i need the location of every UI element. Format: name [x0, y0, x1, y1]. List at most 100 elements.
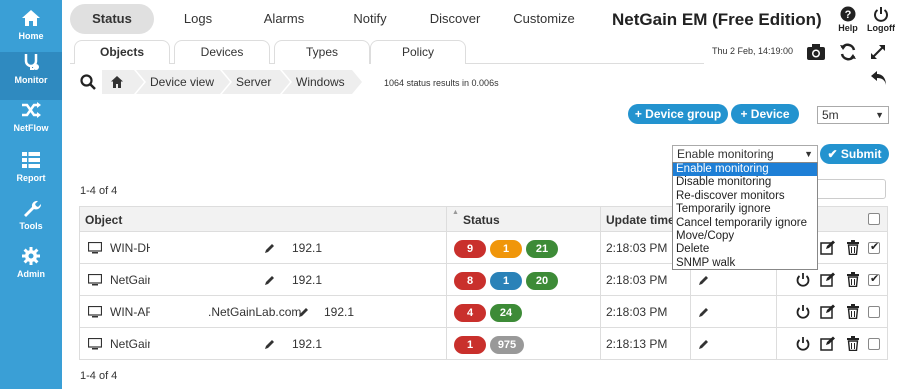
row-checkbox[interactable] — [868, 272, 880, 286]
device-name[interactable]: NetGain — [110, 264, 150, 296]
edit-icon[interactable] — [820, 240, 836, 255]
pencil-icon[interactable] — [698, 306, 710, 318]
option-cancel-temporarily-ignore[interactable]: Cancel temporarily ignore — [673, 217, 817, 230]
sidebar-item-label: Monitor — [14, 75, 48, 85]
trash-icon[interactable] — [846, 240, 860, 255]
pencil-icon[interactable] — [298, 306, 310, 318]
trash-icon[interactable] — [846, 336, 860, 351]
edit-icon[interactable] — [820, 336, 836, 351]
option-rediscover-monitors[interactable]: Re-discover monitors — [673, 190, 817, 203]
help-label: Help — [838, 23, 858, 33]
option-delete[interactable]: Delete — [673, 243, 817, 256]
shuffle-icon — [22, 102, 41, 118]
nav-discover[interactable]: Discover — [420, 4, 490, 34]
status-badge-green[interactable]: 21 — [526, 240, 558, 258]
logoff-button[interactable]: Logoff — [866, 6, 896, 33]
interval-value: 5m — [822, 108, 839, 122]
status-badge-blue[interactable]: 1 — [490, 272, 522, 290]
action-select-value: Enable monitoring — [677, 147, 774, 161]
status-badge-green[interactable]: 24 — [490, 304, 522, 322]
sidebar-item-label: NetFlow — [13, 123, 49, 133]
filter-input[interactable] — [806, 179, 886, 199]
nav-status[interactable]: Status — [70, 4, 154, 34]
sidebar-item-home[interactable]: Home — [0, 8, 62, 56]
app-title: NetGain EM (Free Edition) — [612, 10, 822, 29]
sidebar-item-monitor[interactable]: Monitor — [0, 52, 62, 100]
search-icon[interactable] — [80, 74, 96, 90]
option-snmp-walk[interactable]: SNMP walk — [673, 257, 817, 270]
add-device-group-button[interactable]: + Device group — [628, 104, 728, 124]
row-checkbox[interactable] — [868, 338, 880, 350]
sidebar-item-report[interactable]: Report — [0, 150, 62, 198]
pencil-icon[interactable] — [698, 338, 710, 350]
device-name[interactable]: WIN-DH — [110, 232, 150, 264]
action-select[interactable]: Enable monitoring ▼ — [672, 145, 818, 163]
breadcrumb-device-view[interactable]: Device view — [136, 70, 232, 94]
sidebar-item-netflow[interactable]: NetFlow — [0, 100, 62, 148]
device-ip: 192.1 — [292, 337, 322, 351]
breadcrumb-home[interactable] — [102, 70, 146, 94]
tab-policy[interactable]: Policy — [370, 40, 466, 64]
nav-alarms[interactable]: Alarms — [250, 4, 318, 34]
status-badge-red[interactable]: 4 — [454, 304, 486, 322]
wrench-icon — [24, 200, 42, 217]
option-disable-monitoring[interactable]: Disable monitoring — [673, 176, 817, 189]
monitor-icon — [88, 306, 102, 318]
status-badge-red[interactable]: 8 — [454, 272, 486, 290]
expand-icon[interactable] — [868, 42, 888, 62]
submit-button[interactable]: ✔ Submit — [820, 144, 889, 164]
pencil-icon[interactable] — [264, 242, 276, 254]
tab-types[interactable]: Types — [274, 40, 370, 64]
object-tabs: Objects Devices Types Policy — [70, 40, 704, 64]
refresh-icon[interactable] — [838, 42, 858, 62]
header-status[interactable]: Status — [463, 207, 500, 233]
power-icon[interactable] — [796, 336, 810, 351]
trash-icon[interactable] — [846, 272, 860, 287]
device-name[interactable]: NetGainI — [110, 328, 150, 360]
option-enable-monitoring[interactable]: Enable monitoring — [673, 163, 817, 177]
status-badge-green[interactable]: 20 — [526, 272, 558, 290]
help-button[interactable]: ? Help — [833, 6, 863, 33]
nav-notify[interactable]: Notify — [340, 4, 400, 34]
logoff-label: Logoff — [867, 23, 895, 33]
edit-icon[interactable] — [820, 304, 836, 319]
sidebar-item-tools[interactable]: Tools — [0, 198, 62, 246]
result-count: 1-4 of 4 — [80, 185, 118, 197]
table-row[interactable]: NetGainI 192.1 1975 2:18:13 PM — [79, 328, 888, 360]
results-text: 1064 status results in 0.006s — [384, 78, 499, 88]
table-row[interactable]: WIN-ARI .NetGainLab.com 192.1(424 2:18:03 P… — [79, 296, 888, 328]
trash-icon[interactable] — [846, 304, 860, 319]
header-object[interactable]: Object — [85, 207, 122, 233]
sidebar-item-admin[interactable]: Admin — [0, 246, 62, 294]
edit-icon[interactable] — [820, 272, 836, 287]
select-all-checkbox[interactable] — [868, 213, 880, 225]
device-ip: 192.1 — [292, 241, 322, 255]
tab-devices[interactable]: Devices — [174, 40, 270, 64]
option-move-copy[interactable]: Move/Copy — [673, 230, 817, 243]
sort-arrow-icon: ▲ — [452, 209, 459, 216]
power-icon[interactable] — [796, 304, 810, 319]
row-checkbox[interactable] — [868, 240, 880, 254]
status-badge-gray[interactable]: 975 — [490, 336, 524, 354]
pencil-icon[interactable] — [264, 338, 276, 350]
device-name[interactable]: WIN-ARI — [110, 296, 150, 328]
status-badge-red[interactable]: 9 — [454, 240, 486, 258]
back-arrow-icon[interactable] — [869, 69, 889, 87]
interval-select[interactable]: 5m ▼ — [817, 106, 889, 124]
device-domain: .NetGainLab.com — [208, 305, 302, 319]
update-time: 2:18:03 PM — [606, 273, 668, 287]
status-badge-orange[interactable]: 1 — [490, 240, 522, 258]
power-icon[interactable] — [796, 272, 810, 287]
pencil-icon[interactable] — [264, 274, 276, 286]
row-checkbox[interactable] — [868, 306, 880, 318]
header-update-time[interactable]: Update time — [606, 207, 675, 233]
nav-logs[interactable]: Logs — [170, 4, 226, 34]
camera-icon[interactable] — [806, 42, 826, 62]
option-temporarily-ignore[interactable]: Temporarily ignore — [673, 203, 817, 216]
pencil-icon[interactable] — [698, 274, 710, 286]
status-badge-red[interactable]: 1 — [454, 336, 486, 354]
nav-customize[interactable]: Customize — [502, 4, 586, 34]
breadcrumb-windows[interactable]: Windows — [282, 70, 364, 94]
tab-objects[interactable]: Objects — [74, 40, 170, 64]
add-device-button[interactable]: + Device — [731, 104, 799, 124]
